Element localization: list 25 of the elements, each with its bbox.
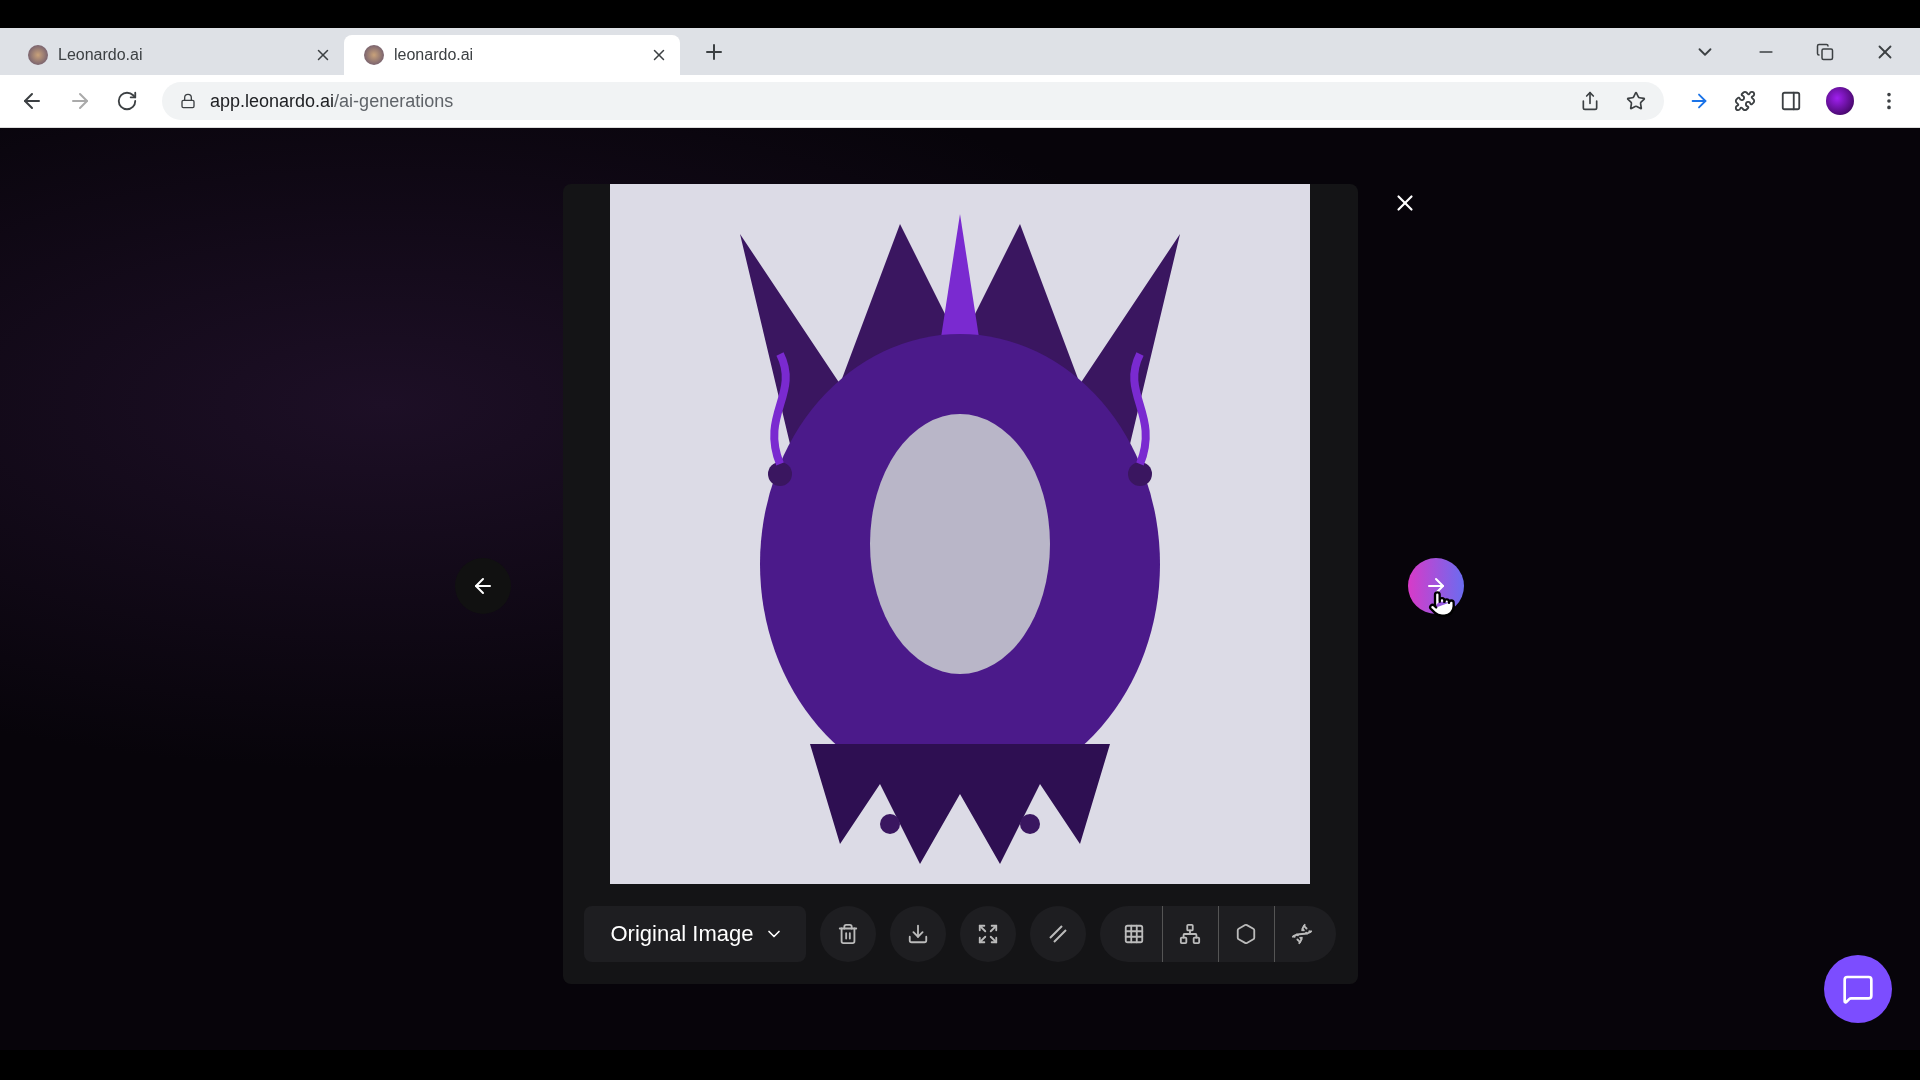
side-panel-icon[interactable] (1780, 90, 1802, 112)
network-icon (1179, 923, 1202, 945)
browser-tab[interactable]: leonardo.ai (344, 35, 680, 75)
hexagon-icon (1235, 923, 1258, 945)
dna-icon (1291, 923, 1314, 945)
restore-icon[interactable] (1816, 42, 1834, 61)
chat-icon (1842, 973, 1874, 1005)
hand-cursor-icon (1428, 590, 1456, 618)
puzzle-icon[interactable] (1734, 90, 1756, 112)
site-favicon-icon (28, 45, 48, 65)
browser-tab[interactable]: Leonardo.ai (8, 35, 344, 75)
bookmark-star-icon[interactable] (1626, 91, 1646, 111)
trash-icon (836, 923, 859, 945)
lock-icon (180, 93, 196, 109)
expand-icon (976, 923, 999, 945)
profile-avatar[interactable] (1826, 87, 1854, 115)
url-path: /ai-generations (334, 90, 454, 111)
grid-icon (1122, 923, 1145, 945)
url-host: app.leonardo.ai (210, 90, 335, 111)
download-icon (906, 923, 929, 945)
address-field[interactable]: app.leonardo.ai/ai-generations (162, 82, 1664, 120)
reload-icon[interactable] (116, 90, 138, 112)
site-favicon-icon (364, 45, 384, 65)
share-icon[interactable] (1580, 91, 1600, 111)
version-dropdown[interactable]: Original Image (584, 906, 806, 962)
